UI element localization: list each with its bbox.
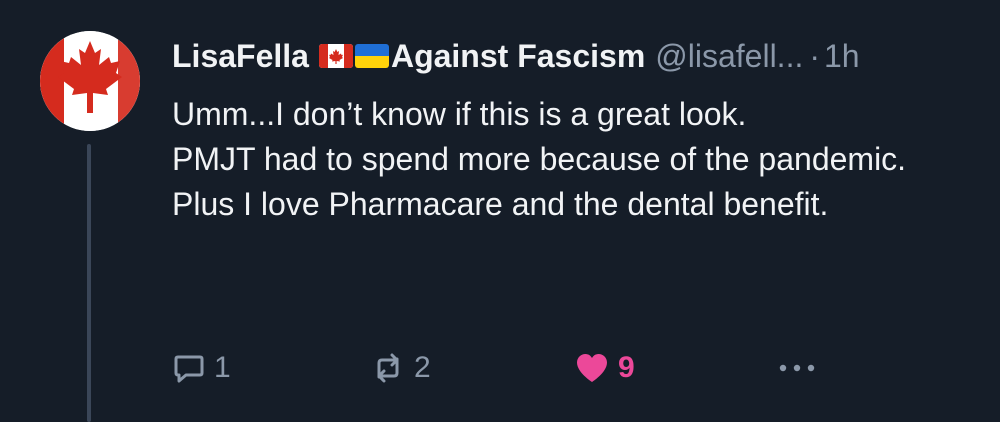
timestamp[interactable]: 1h xyxy=(824,38,860,75)
avatar[interactable] xyxy=(40,31,140,131)
author-handle[interactable]: @lisafell... xyxy=(655,38,803,75)
canada-flag-icon xyxy=(318,44,353,68)
like-count: 9 xyxy=(618,351,635,384)
post-body-line: Umm...I don’t know if this is a great lo… xyxy=(172,96,747,132)
reply-button[interactable]: 1 xyxy=(172,346,231,390)
repost-count: 2 xyxy=(414,351,431,384)
canada-maple-leaf-avatar-icon xyxy=(40,31,140,131)
thread-line xyxy=(87,144,91,422)
author-display-name[interactable]: LisaFella Against Fascism xyxy=(172,38,645,75)
like-button[interactable]: 9 xyxy=(574,346,635,390)
post-body-line: PMJT had to spend more because of the pa… xyxy=(172,141,907,177)
more-icon xyxy=(779,364,815,372)
post-actions: 1 2 9 xyxy=(172,346,832,390)
post[interactable]: LisaFella Against Fascism @lisafell... ·… xyxy=(0,0,1000,422)
post-body-line: Plus I love Pharmacare and the dental be… xyxy=(172,186,829,222)
ukraine-flag-icon xyxy=(354,44,389,68)
author-name: LisaFella xyxy=(172,37,309,74)
author-name-suffix: Against Fascism xyxy=(390,37,646,74)
post-header: LisaFella Against Fascism @lisafell... ·… xyxy=(172,30,860,82)
more-button[interactable] xyxy=(776,346,818,390)
repost-button[interactable]: 2 xyxy=(370,346,431,390)
reply-icon xyxy=(174,355,204,383)
post-body: Umm...I don’t know if this is a great lo… xyxy=(172,92,952,227)
heart-icon xyxy=(577,354,607,382)
reply-count: 1 xyxy=(214,351,231,384)
separator: · xyxy=(809,37,820,74)
repost-icon xyxy=(377,353,399,383)
